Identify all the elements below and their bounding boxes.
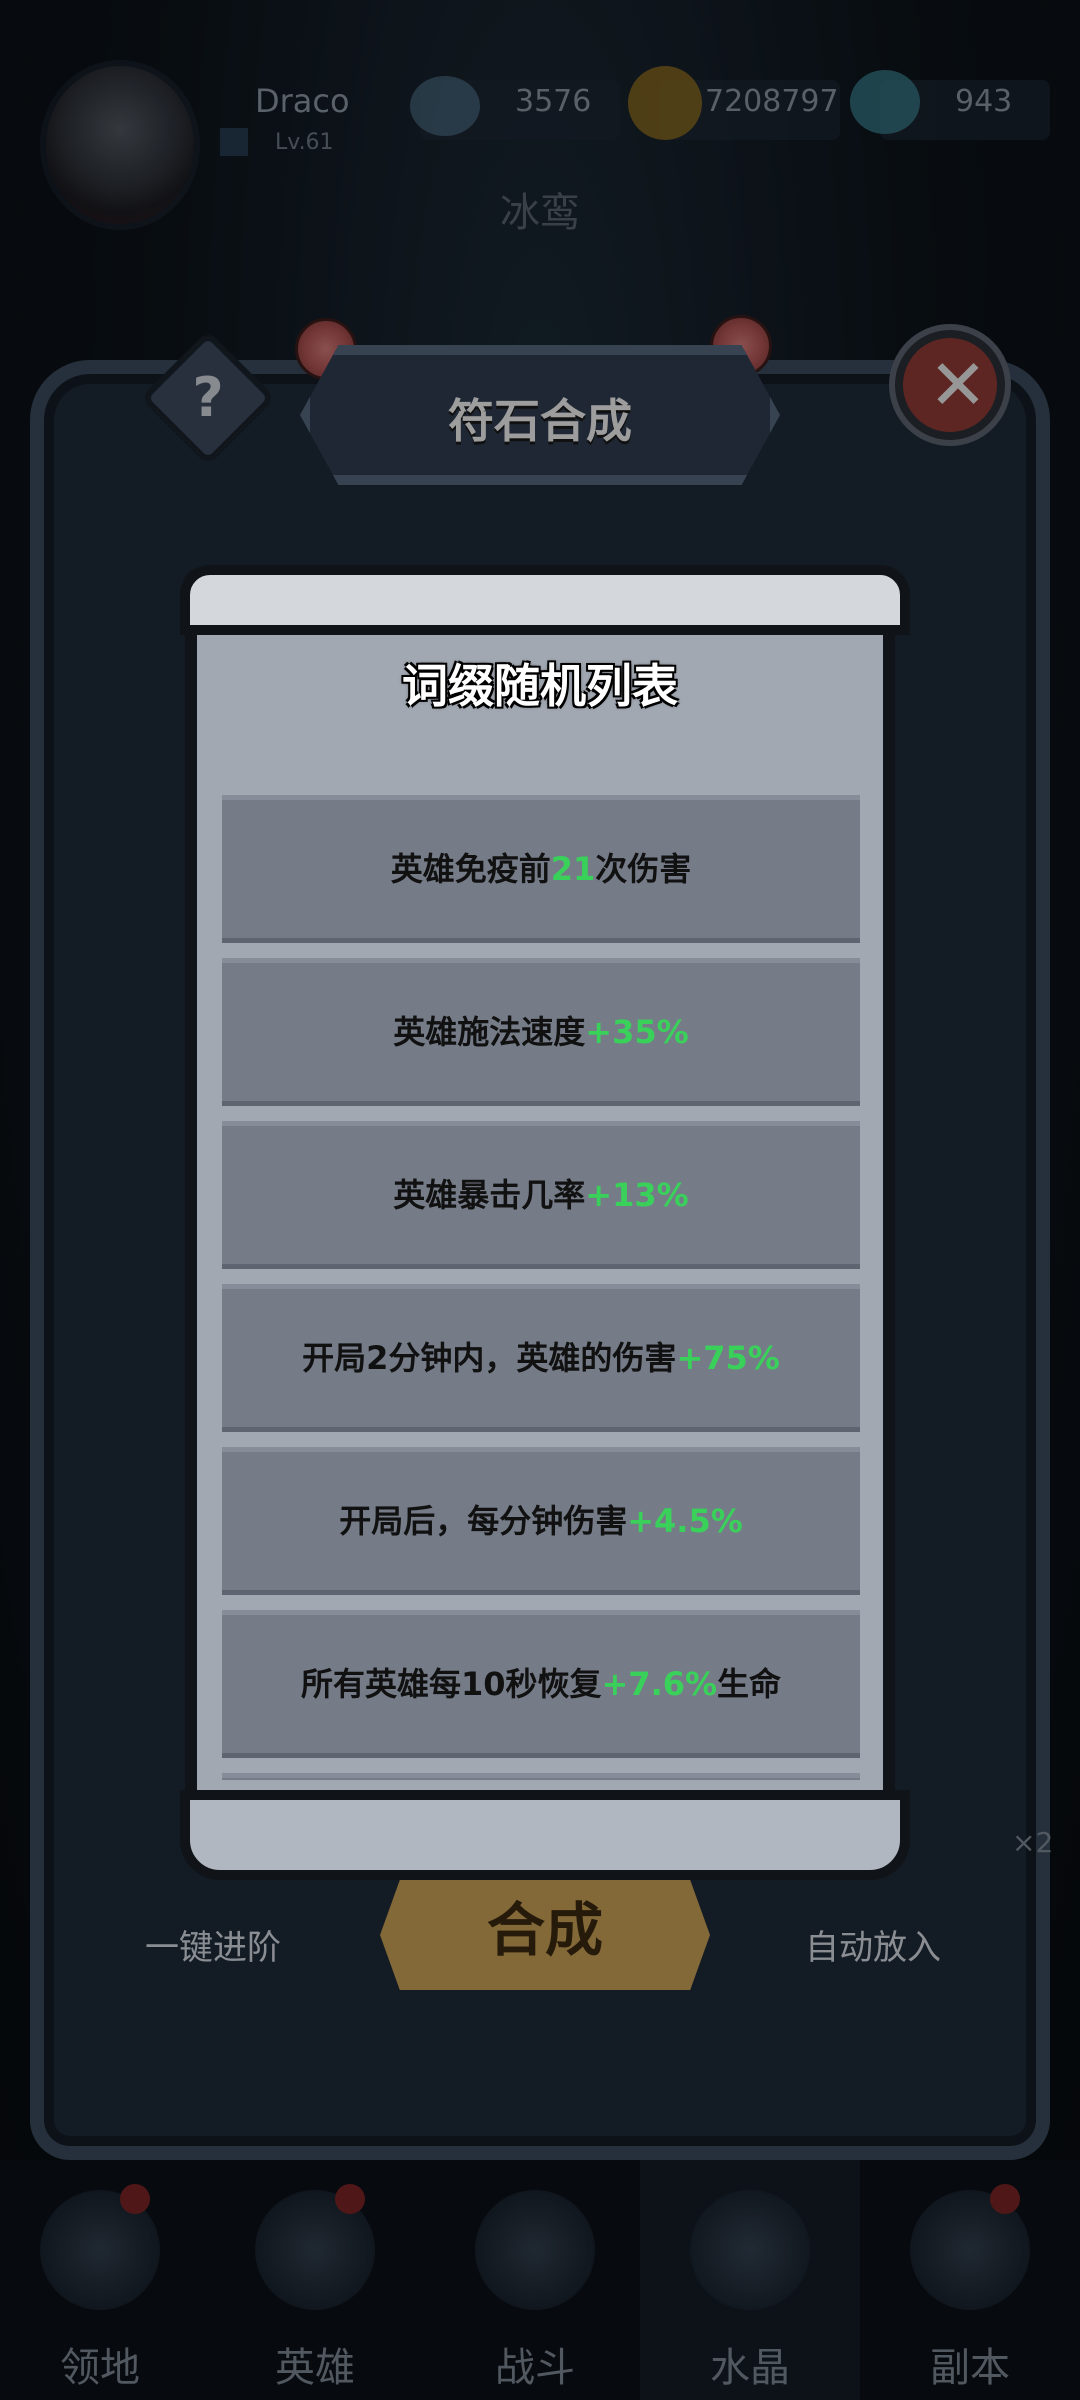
affix-row: 英雄免疫前21次伤害 xyxy=(222,795,860,943)
affix-value: +7.6% xyxy=(601,1665,718,1703)
affix-row: 所有英雄每10秒恢复+7.6%生命 xyxy=(222,1610,860,1758)
affix-value: 21 xyxy=(550,850,596,888)
affix-text: 英雄施法速度 xyxy=(393,1013,586,1051)
affix-value: +4.5% xyxy=(627,1502,743,1540)
affix-suffix: 生命 xyxy=(717,1665,782,1703)
affix-text: 开局2分钟内，英雄的伤害 xyxy=(302,1339,677,1377)
affix-value: +13% xyxy=(585,1176,689,1214)
affix-row: 英雄暴击几率+13% xyxy=(222,1121,860,1269)
affix-value: +35% xyxy=(585,1013,689,1051)
scroll-bottom-edge xyxy=(180,1790,910,1880)
affix-suffix: 次伤害 xyxy=(595,850,692,888)
affix-list-title: 词缀随机列表 xyxy=(402,659,678,713)
affix-row: 英雄施法速度+35% xyxy=(222,958,860,1106)
scroll-top-edge xyxy=(180,565,910,635)
affix-text: 开局后，每分钟伤害 xyxy=(339,1502,628,1540)
affix-list[interactable]: 英雄免疫前21次伤害 英雄施法速度+35% 英雄暴击几率+13% 开局2分钟内，… xyxy=(222,795,860,1780)
affix-value: +75% xyxy=(676,1339,780,1377)
affix-text: 英雄暴击几率 xyxy=(393,1176,586,1214)
affix-row xyxy=(222,1773,860,1780)
affix-text: 英雄免疫前 xyxy=(390,850,551,888)
affix-row: 开局2分钟内，英雄的伤害+75% xyxy=(222,1284,860,1432)
affix-text: 所有英雄每10秒恢复 xyxy=(300,1665,602,1703)
affix-row: 开局后，每分钟伤害+4.5% xyxy=(222,1447,860,1595)
